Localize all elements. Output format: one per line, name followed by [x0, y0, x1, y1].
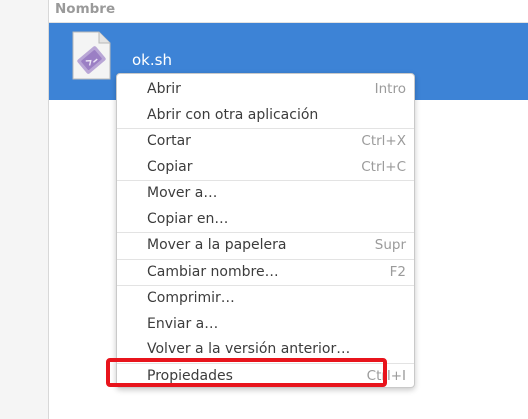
menu-item-shortcut: Ctrl+C — [361, 158, 406, 175]
menu-section: Propiedades Ctrl+I — [117, 364, 414, 390]
menu-item-label: Abrir — [147, 81, 181, 97]
menu-section: Abrir Intro Abrir con otra aplicación — [117, 77, 414, 129]
menu-item-mover-a[interactable]: Mover a… — [117, 181, 414, 207]
menu-item-copiar-en[interactable]: Copiar en… — [117, 207, 414, 233]
menu-item-abrir[interactable]: Abrir Intro — [117, 77, 414, 103]
shell-script-file-icon — [70, 31, 112, 81]
menu-item-mover-a-la-papelera[interactable]: Mover a la papelera Supr — [117, 233, 414, 259]
menu-item-shortcut: Supr — [374, 237, 406, 253]
column-header-label: Nombre — [55, 1, 116, 17]
menu-item-comprimir[interactable]: Comprimir… — [117, 286, 414, 312]
column-header-name[interactable]: Nombre — [49, 0, 528, 23]
menu-section: Comprimir… Enviar a… Volver a la versión a… — [117, 286, 414, 364]
menu-item-enviar-a[interactable]: Enviar a… — [117, 312, 414, 338]
menu-item-copiar[interactable]: Copiar Ctrl+C — [117, 155, 414, 181]
menu-item-label: Cortar — [147, 133, 191, 149]
menu-item-label: Volver a la versión anterior… — [147, 341, 351, 357]
menu-item-propiedades[interactable]: Propiedades Ctrl+I — [117, 364, 414, 390]
menu-section: Cambiar nombre… F2 — [117, 260, 414, 286]
sidebar-strip — [0, 0, 49, 419]
file-name: ok.sh — [132, 51, 172, 69]
menu-item-cambiar-nombre[interactable]: Cambiar nombre… F2 — [117, 260, 414, 286]
menu-section: Mover a la papelera Supr — [117, 233, 414, 260]
menu-section: Cortar Ctrl+X Copiar Ctrl+C — [117, 129, 414, 181]
menu-item-shortcut: F2 — [389, 263, 406, 280]
context-menu: Abrir Intro Abrir con otra aplicación Corta… — [116, 73, 415, 388]
menu-item-volver-a-la-version-anterior[interactable]: Volver a la versión anterior… — [117, 337, 414, 363]
menu-item-label: Mover a… — [147, 185, 218, 201]
menu-item-label: Copiar en… — [147, 210, 229, 227]
menu-item-shortcut: Ctrl+X — [361, 133, 406, 149]
menu-item-label: Comprimir… — [147, 290, 235, 306]
menu-item-label: Propiedades — [147, 367, 233, 384]
menu-item-label: Cambiar nombre… — [147, 263, 279, 280]
menu-item-label: Enviar a… — [147, 315, 219, 332]
menu-item-shortcut: Ctrl+I — [366, 367, 406, 384]
menu-item-abrir-con-otra-aplicacion[interactable]: Abrir con otra aplicación — [117, 103, 414, 129]
menu-item-label: Abrir con otra aplicación — [147, 106, 319, 123]
menu-item-label: Mover a la papelera — [147, 237, 287, 253]
menu-item-label: Copiar — [147, 158, 193, 175]
menu-section: Mover a… Copiar en… — [117, 181, 414, 233]
menu-item-cortar[interactable]: Cortar Ctrl+X — [117, 129, 414, 155]
menu-item-shortcut: Intro — [374, 81, 406, 97]
